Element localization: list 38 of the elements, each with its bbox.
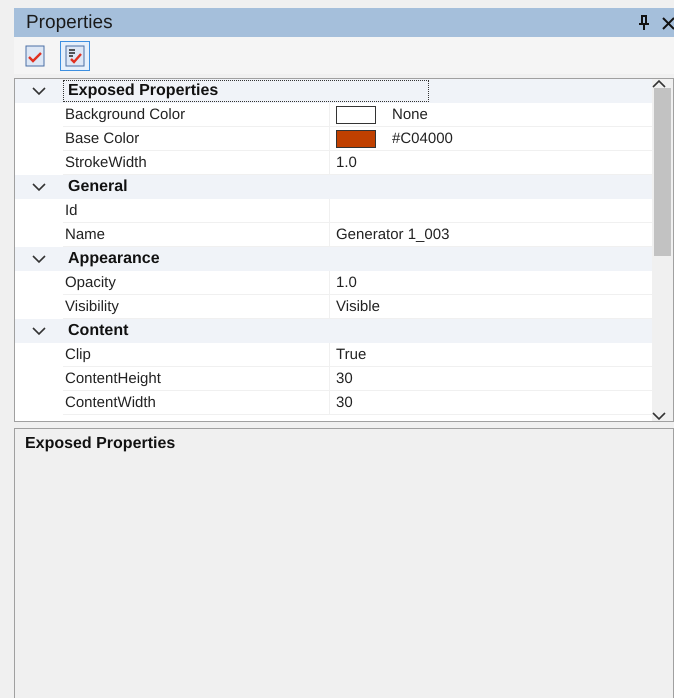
property-name: Id	[63, 199, 330, 222]
property-value[interactable]: 30	[336, 370, 353, 387]
scroll-up-icon	[652, 79, 666, 88]
chevron-icon	[32, 254, 46, 264]
toolbar-button[interactable]	[60, 40, 90, 70]
description-title: Exposed Properties	[25, 435, 176, 452]
property-name: Visibility	[63, 295, 330, 318]
category-name: General	[67, 177, 129, 197]
property-value[interactable]: #C04000	[392, 130, 453, 147]
property-value[interactable]: Generator 1_003	[336, 226, 450, 243]
property-name: Clip	[63, 343, 330, 366]
property-value[interactable]: Visible	[336, 298, 380, 315]
property-name: StrokeWidth	[63, 151, 330, 174]
property-value[interactable]: None	[392, 106, 428, 123]
property-name: Base Color	[63, 127, 330, 150]
property-value[interactable]: 1.0	[336, 274, 357, 291]
property-name: ContentWidth	[63, 391, 330, 414]
category-name: Exposed Properties	[63, 80, 429, 102]
property-value[interactable]: 30	[336, 394, 353, 411]
checked-page-icon	[24, 44, 46, 66]
category-name: Content	[67, 321, 130, 341]
chevron-icon	[32, 86, 46, 96]
property-value[interactable]: 1.0	[336, 154, 357, 171]
chevron-icon	[32, 182, 46, 192]
property-name: Background Color	[63, 103, 330, 126]
checklist-page-icon	[64, 44, 86, 66]
property-name: Opacity	[63, 271, 330, 294]
pin-icon[interactable]	[638, 14, 650, 30]
category-name: Appearance	[67, 249, 161, 269]
panel-title: Properties	[26, 12, 114, 34]
property-name: ContentHeight	[63, 367, 330, 390]
scrollbar[interactable]	[652, 79, 673, 421]
property-name: Name	[63, 223, 330, 246]
chevron-icon	[32, 326, 46, 336]
close-icon[interactable]	[662, 16, 674, 30]
property-value[interactable]: True	[336, 346, 366, 363]
scroll-thumb[interactable]	[654, 88, 671, 256]
scroll-down-icon	[652, 412, 666, 421]
